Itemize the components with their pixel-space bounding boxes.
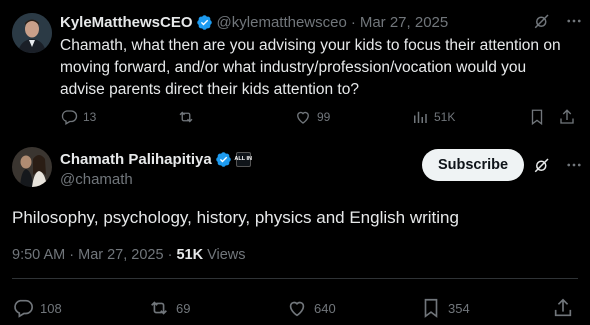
- bookmark-button[interactable]: 354: [420, 296, 470, 320]
- like-count: 99: [317, 110, 331, 124]
- author-name[interactable]: KyleMatthewsCEO: [60, 14, 193, 31]
- share-button[interactable]: [558, 106, 576, 128]
- bookmark-button[interactable]: [528, 106, 546, 128]
- heart-icon: [294, 108, 312, 126]
- reply-button[interactable]: 108: [12, 296, 62, 320]
- share-button[interactable]: [552, 296, 574, 320]
- tweet-text: Philosophy, psychology, history, physics…: [12, 208, 459, 227]
- repost-icon: [148, 297, 170, 319]
- tweet-date[interactable]: Mar 27, 2025: [78, 247, 163, 263]
- author-handle[interactable]: @kylematthewsceo: [217, 14, 347, 31]
- verified-badge-icon: [215, 151, 232, 168]
- reply-action-bar: 13 99 51K: [60, 106, 580, 128]
- tweet-time[interactable]: 9:50 AM: [12, 247, 65, 263]
- repost-button[interactable]: [177, 106, 200, 128]
- tweet-action-bar: 108 69 640 354: [12, 296, 578, 320]
- views-label: Views: [207, 247, 246, 263]
- tweet-thread: KyleMatthewsCEO @kylematthewsceo · Mar 2…: [0, 0, 590, 325]
- bookmark-count: 354: [448, 300, 470, 316]
- share-icon: [552, 297, 574, 319]
- view-count: 51K: [176, 247, 204, 263]
- avatar[interactable]: [12, 13, 52, 53]
- reply-text: Chamath, what then are you advising your…: [60, 37, 561, 98]
- reply-count: 13: [83, 110, 97, 124]
- affiliate-badge[interactable]: ALL IN: [234, 151, 252, 167]
- heart-icon: [286, 297, 308, 319]
- like-button[interactable]: 99: [294, 106, 330, 128]
- verified-badge-icon: [196, 14, 213, 31]
- main-top-icons: [533, 156, 583, 174]
- repost-icon: [177, 108, 195, 126]
- reply-icon: [60, 108, 78, 126]
- reply-button[interactable]: 13: [60, 106, 96, 128]
- tweet-meta: 9:50 AM · Mar 27, 2025 · 51K Views: [12, 247, 246, 263]
- reply-count: 108: [40, 300, 62, 316]
- author-name-row: Chamath Palihapitiya ALL IN: [60, 149, 252, 169]
- reply-icon: [12, 297, 34, 319]
- views-count: 51K: [434, 110, 456, 124]
- repost-count: 69: [176, 300, 191, 316]
- like-count: 640: [314, 300, 336, 316]
- grok-icon[interactable]: [533, 156, 551, 174]
- views-icon: [411, 108, 429, 126]
- separator-dot: ·: [69, 247, 75, 263]
- repost-button[interactable]: 69: [148, 296, 190, 320]
- author-handle[interactable]: @chamath: [60, 171, 133, 188]
- reply-tweet[interactable]: KyleMatthewsCEO @kylematthewsceo · Mar 2…: [0, 0, 590, 130]
- bookmark-icon: [528, 108, 546, 126]
- grok-icon[interactable]: [533, 12, 551, 30]
- more-options-icon[interactable]: [565, 12, 583, 30]
- main-tweet: Chamath Palihapitiya ALL IN @chamath Sub…: [0, 140, 590, 325]
- views-button[interactable]: 51K: [411, 106, 455, 128]
- subscribe-button[interactable]: Subscribe: [422, 149, 524, 181]
- share-icon: [558, 108, 576, 126]
- tweet-date[interactable]: Mar 27, 2025: [360, 14, 448, 31]
- bookmark-icon: [420, 297, 442, 319]
- like-button[interactable]: 640: [286, 296, 336, 320]
- reply-header: KyleMatthewsCEO @kylematthewsceo · Mar 2…: [60, 12, 448, 32]
- divider: [12, 278, 578, 279]
- avatar[interactable]: [12, 147, 52, 187]
- author-name[interactable]: Chamath Palihapitiya: [60, 151, 212, 168]
- separator-dot: ·: [350, 13, 356, 31]
- reply-top-icons: [533, 12, 583, 30]
- separator-dot: ·: [167, 247, 173, 263]
- more-options-icon[interactable]: [565, 156, 583, 174]
